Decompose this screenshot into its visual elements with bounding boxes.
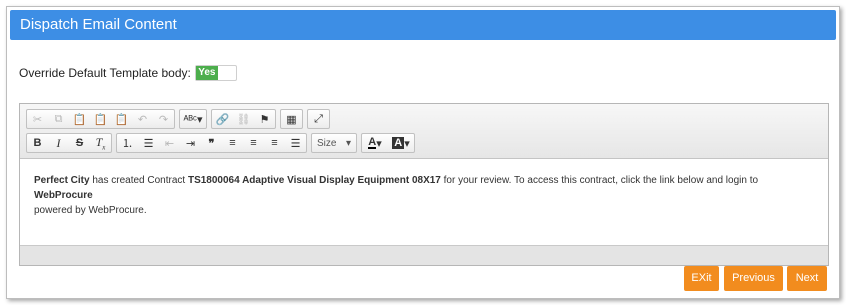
override-label: Override Default Template body: [19, 66, 191, 80]
redo-icon[interactable]: ↷ [153, 110, 174, 128]
exit-button[interactable]: EXit [684, 266, 719, 291]
copy-icon[interactable]: ⧉ [48, 110, 69, 128]
unlink-icon[interactable]: ⛓ [233, 110, 254, 128]
chevron-down-icon: ▾ [345, 137, 351, 149]
next-button[interactable]: Next [787, 266, 827, 291]
color-group: A ▾ A ▾ [361, 133, 415, 153]
maximize-icon[interactable]: ⤢ [308, 110, 329, 128]
align-left-icon[interactable]: ≡ [222, 134, 243, 152]
bulleted-list-icon[interactable]: ☰ [138, 134, 159, 152]
product-name: WebProcure [34, 190, 93, 201]
blockquote-icon[interactable]: ❞ [201, 134, 222, 152]
indent-icon[interactable]: ⇥ [180, 134, 201, 152]
table-group: ▦ [280, 109, 303, 129]
font-size-label: Size [317, 137, 337, 149]
table-icon[interactable]: ▦ [281, 110, 302, 128]
link-icon[interactable]: 🔗 [212, 110, 233, 128]
toolbar-row-2: B I S Tx ⒈ ☰ ⇤ ⇥ ❞ ≡ ≡ ≡ ☰ Size ▾ A ▾ A … [26, 133, 415, 153]
editor-statusbar [20, 245, 828, 265]
size-group: Size ▾ [311, 133, 357, 153]
text-color-icon[interactable]: A ▾ [362, 134, 388, 152]
cut-icon[interactable]: ✂ [27, 110, 48, 128]
contract-title: TS1800064 Adaptive Visual Display Equipm… [187, 175, 441, 186]
paragraph-group: ⒈ ☰ ⇤ ⇥ ❞ ≡ ≡ ≡ ☰ [116, 133, 307, 153]
maximize-group: ⤢ [307, 109, 330, 129]
previous-button[interactable]: Previous [724, 266, 783, 291]
spellcheck-group: ᴬᴮᶜ▾ [179, 109, 207, 129]
bold-icon[interactable]: B [27, 134, 48, 152]
numbered-list-icon[interactable]: ⒈ [117, 134, 138, 152]
clipboard-group: ✂ ⧉ 📋 📋 📋 ↶ ↷ [26, 109, 175, 129]
body-text-1: has created Contract [89, 175, 188, 186]
italic-icon[interactable]: I [48, 134, 69, 152]
align-center-icon[interactable]: ≡ [243, 134, 264, 152]
justify-icon[interactable]: ☰ [285, 134, 306, 152]
spellcheck-icon[interactable]: ᴬᴮᶜ▾ [180, 110, 206, 128]
org-name: Perfect City [34, 175, 90, 186]
toggle-yes-label: Yes [195, 66, 218, 80]
outdent-icon[interactable]: ⇤ [159, 134, 180, 152]
panel-title: Dispatch Email Content [10, 10, 836, 40]
body-text-2: for your review. To access this contract… [440, 175, 759, 186]
link-group: 🔗 ⛓ ⚑ [211, 109, 276, 129]
font-size-select[interactable]: Size ▾ [312, 134, 356, 152]
basic-style-group: B I S Tx [26, 133, 112, 153]
align-right-icon[interactable]: ≡ [264, 134, 285, 152]
remove-format-icon[interactable]: Tx [90, 134, 111, 152]
override-toggle[interactable]: Yes [194, 65, 237, 81]
paste-word-icon[interactable]: 📋 [111, 110, 132, 128]
toolbar-row-1: ✂ ⧉ 📋 📋 📋 ↶ ↷ ᴬᴮᶜ▾ 🔗 ⛓ ⚑ ▦ ⤢ [26, 109, 330, 129]
anchor-icon[interactable]: ⚑ [254, 110, 275, 128]
override-template-row: Override Default Template body: Yes [19, 65, 237, 81]
editor-content[interactable]: Perfect City has created Contract TS1800… [20, 159, 828, 245]
undo-icon[interactable]: ↶ [132, 110, 153, 128]
paste-text-icon[interactable]: 📋 [90, 110, 111, 128]
rich-text-editor: ✂ ⧉ 📋 📋 📋 ↶ ↷ ᴬᴮᶜ▾ 🔗 ⛓ ⚑ ▦ ⤢ B I S Tx ⒈ … [19, 103, 829, 266]
body-text-3: powered by WebProcure. [34, 205, 147, 216]
paste-icon[interactable]: 📋 [69, 110, 90, 128]
background-color-icon[interactable]: A ▾ [388, 134, 414, 152]
editor-toolbar: ✂ ⧉ 📋 📋 📋 ↶ ↷ ᴬᴮᶜ▾ 🔗 ⛓ ⚑ ▦ ⤢ B I S Tx ⒈ … [20, 104, 828, 159]
dispatch-email-panel: Dispatch Email Content Override Default … [6, 6, 840, 299]
strikethrough-icon[interactable]: S [69, 134, 90, 152]
